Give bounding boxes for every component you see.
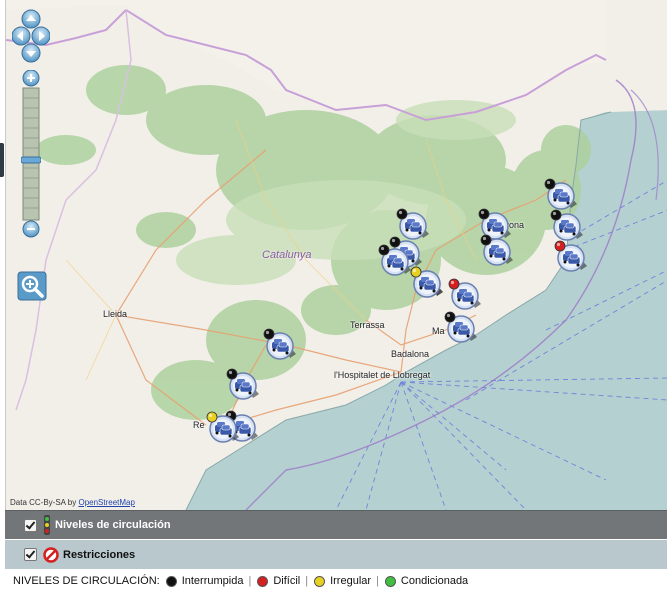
legend-label-condicionada: Condicionada xyxy=(400,575,469,587)
attribution-link[interactable]: OpenStreetMap xyxy=(78,498,134,507)
legend-title: NIVELES DE CIRCULACIÓN: xyxy=(13,575,160,587)
legend-dot-interrumpida xyxy=(165,575,177,587)
map-attribution: Data CC-By-SA by OpenStreetMap xyxy=(10,498,135,507)
legend-dot-condicionada xyxy=(384,575,396,587)
traffic-marker-interrumpida[interactable] xyxy=(225,368,261,402)
layer-label-restricciones: Restricciones xyxy=(63,548,136,561)
pan-up-icon[interactable] xyxy=(21,9,41,29)
traffic-marker-dificil[interactable] xyxy=(447,278,483,312)
traffic-marker-dificil[interactable] xyxy=(553,240,589,274)
layer-checkbox-restricciones[interactable] xyxy=(24,548,37,561)
traffic-light-icon xyxy=(44,515,50,535)
legend-dot-irregular xyxy=(314,575,326,587)
layer-row-restricciones[interactable]: Restricciones xyxy=(5,540,667,569)
legend-label-dificil: Difícil xyxy=(273,575,301,587)
zoom-box-icon[interactable] xyxy=(17,271,47,301)
attribution-text: Data CC-By-SA by xyxy=(10,498,79,507)
traffic-marker-interrumpida[interactable] xyxy=(549,209,585,243)
traffic-marker-interrumpida[interactable] xyxy=(377,244,413,278)
place-label-reus: Re xyxy=(193,420,205,430)
legend-label-interrumpida: Interrumpida xyxy=(181,575,244,587)
traffic-marker-irregular[interactable] xyxy=(409,266,445,300)
zoom-bar xyxy=(21,70,41,238)
zoom-out-icon[interactable] xyxy=(22,220,40,238)
layer-row-circulacion[interactable]: Niveles de circulación xyxy=(5,510,667,539)
pan-down-icon[interactable] xyxy=(21,43,41,63)
region-label: Catalunya xyxy=(262,249,312,261)
traffic-marker-interrumpida[interactable] xyxy=(479,234,515,268)
pan-left-icon[interactable] xyxy=(12,26,31,46)
zoom-in-icon[interactable] xyxy=(22,70,40,87)
place-label-terrassa: Terrassa xyxy=(350,320,385,330)
legend-dot-dificil xyxy=(257,575,269,587)
place-label-badalona: Badalona xyxy=(391,349,430,359)
place-label-lleida: Lleida xyxy=(103,309,128,319)
traffic-marker-interrumpida[interactable] xyxy=(443,311,479,345)
traffic-marker-irregular[interactable] xyxy=(205,411,241,445)
pan-control xyxy=(12,9,50,63)
traffic-marker-interrumpida[interactable] xyxy=(543,178,579,212)
layer-checkbox-circulacion[interactable] xyxy=(24,518,37,532)
traffic-map[interactable]: Catalunya Lleida Terrassa Badalona l'Hos… xyxy=(5,0,667,510)
traffic-marker-interrumpida[interactable] xyxy=(262,328,298,362)
no-entry-icon xyxy=(43,546,59,563)
place-label-hospitalet: l'Hospitalet de Llobregat xyxy=(334,370,431,380)
legend-label-irregular: Irregular xyxy=(330,575,372,587)
side-panel-toggle[interactable] xyxy=(0,143,4,177)
pan-right-icon[interactable] xyxy=(31,26,50,46)
circulation-legend: NIVELES DE CIRCULACIÓN: Interrumpida | D… xyxy=(13,575,469,587)
layer-label-circulacion: Niveles de circulación xyxy=(55,519,171,531)
zoom-slider-handle[interactable] xyxy=(21,156,41,164)
